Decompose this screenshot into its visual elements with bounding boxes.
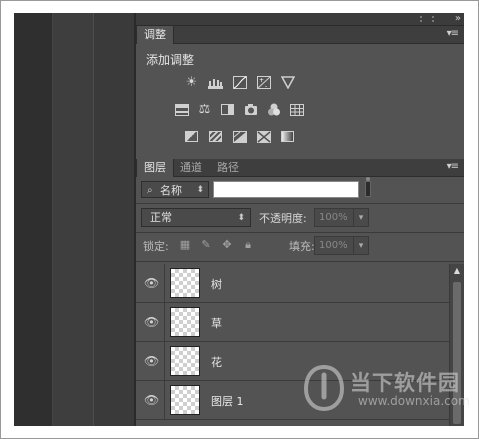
layers-panel-menu-icon[interactable]: ▾≡ [447,161,459,172]
adjustments-tabbar: 调整 ▾≡ [136,26,464,44]
panel-group-topbar[interactable]: » [136,13,464,26]
svg-text:-: - [265,83,267,89]
scroll-thumb[interactable] [453,282,461,424]
tab-layers[interactable]: 图层 [136,159,174,177]
tab-paths[interactable]: 路径 [210,159,246,176]
layers-scrollbar[interactable]: ▲ [449,264,464,426]
curves-icon[interactable] [232,75,247,90]
opacity-value: 100% [319,212,348,223]
blend-opacity-row: 正常 ⬍ 不透明度: 100% ▾ [136,207,464,230]
chevron-down-icon[interactable]: ▾ [353,237,368,254]
layer-thumbnail [170,346,200,376]
layer-name: 图层 1 [211,395,244,408]
divider [164,342,165,380]
hue-saturation-icon[interactable] [174,102,189,117]
chevron-down-icon[interactable]: ▾ [353,209,368,226]
search-icon: ⌕ [147,185,153,196]
blend-mode-select[interactable]: 正常 ⬍ [141,208,251,227]
filter-kind-select[interactable]: ⌕ 名称 ⬍ [141,181,209,198]
panel-menu-icon[interactable]: ▾≡ [447,28,459,39]
layer-thumbnail [170,307,200,337]
eye-icon[interactable]: 👁︎ [144,393,159,407]
gradient-map-icon[interactable] [280,129,295,144]
layer-row[interactable]: 👁︎ 图层 1 [136,381,450,420]
divider [164,381,165,419]
adjustments-title: 添加调整 [146,53,195,67]
layer-row[interactable]: 👁︎ 花 [136,342,450,381]
eye-icon[interactable]: 👁︎ [144,354,159,368]
lock-label: 锁定: [143,240,169,253]
lock-position-icon[interactable]: ✥ [221,238,233,251]
divider [164,264,165,302]
vibrance-icon[interactable] [280,75,295,90]
tab-adjustments[interactable]: 调整 [136,26,174,44]
lock-all-icon[interactable]: 🔒︎ [242,238,254,252]
layer-name: 草 [211,317,222,330]
lock-fill-row: 锁定: ▦ ✎ ✥ 🔒︎ 填充: 100% ▾ [136,235,464,258]
panel-dock-strip [53,13,93,426]
eye-icon[interactable]: 👁︎ [144,315,159,329]
threshold-icon[interactable] [232,129,247,144]
color-lookup-icon[interactable] [289,102,304,117]
collapse-icon[interactable]: » [455,13,461,24]
layer-list: 👁︎ 树 👁︎ 草 👁︎ 花 👁︎ 图层 1 [136,264,450,426]
layer-name: 树 [211,278,222,291]
divider [136,203,464,204]
panel-area: » 调整 ▾≡ 添加调整 ☀ + - ⚖ 图层 通道 路径 ▾≡ ⌕ 名称 ⬍ … [135,13,464,426]
select-arrows-icon: ⬍ [237,213,245,223]
photo-filter-icon[interactable] [243,102,258,117]
color-balance-icon[interactable]: ⚖ [197,102,212,117]
layer-name-filter-input[interactable] [213,181,359,198]
posterize-icon[interactable] [208,129,223,144]
toolbar-strip [14,13,52,426]
layers-tabbar: 图层 通道 路径 ▾≡ [136,159,464,177]
lock-image-pixels-icon[interactable]: ✎ [200,238,212,251]
channel-mixer-icon[interactable] [266,102,281,117]
divider [136,261,464,262]
grip-icon[interactable] [420,16,434,22]
selective-color-icon[interactable] [256,129,271,144]
layer-name: 花 [211,356,222,369]
lock-transparent-pixels-icon[interactable]: ▦ [179,238,191,251]
layer-thumbnail [170,268,200,298]
divider [136,232,464,233]
layer-thumbnail [170,385,200,415]
select-arrows-icon: ⬍ [196,185,204,195]
fill-value: 100% [319,240,348,251]
scroll-up-icon[interactable]: ▲ [450,266,464,276]
blend-mode-value: 正常 [150,211,172,224]
exposure-icon[interactable]: + - [256,75,271,90]
panel-dock-strip [94,13,134,426]
layer-filter-row: ⌕ 名称 ⬍ [136,177,464,202]
photoshop-workspace: » 调整 ▾≡ 添加调整 ☀ + - ⚖ 图层 通道 路径 ▾≡ ⌕ 名称 ⬍ … [14,13,464,426]
divider [164,303,165,341]
tab-channels[interactable]: 通道 [173,159,209,176]
opacity-field[interactable]: 100% ▾ [314,208,369,227]
opacity-label: 不透明度: [259,212,307,225]
layer-row[interactable]: 👁︎ 草 [136,303,450,342]
black-white-icon[interactable] [220,102,235,117]
filter-toggle-switch[interactable] [365,177,371,197]
filter-kind-label: 名称 [160,184,182,197]
layer-row[interactable]: 👁︎ 树 [136,264,450,303]
fill-label: 填充: [289,240,315,253]
eye-icon[interactable]: 👁︎ [144,276,159,290]
svg-text:+: + [259,77,264,84]
brightness-contrast-icon[interactable]: ☀ [184,75,199,90]
levels-icon[interactable] [208,75,223,90]
invert-icon[interactable] [184,129,199,144]
fill-field[interactable]: 100% ▾ [314,236,369,255]
